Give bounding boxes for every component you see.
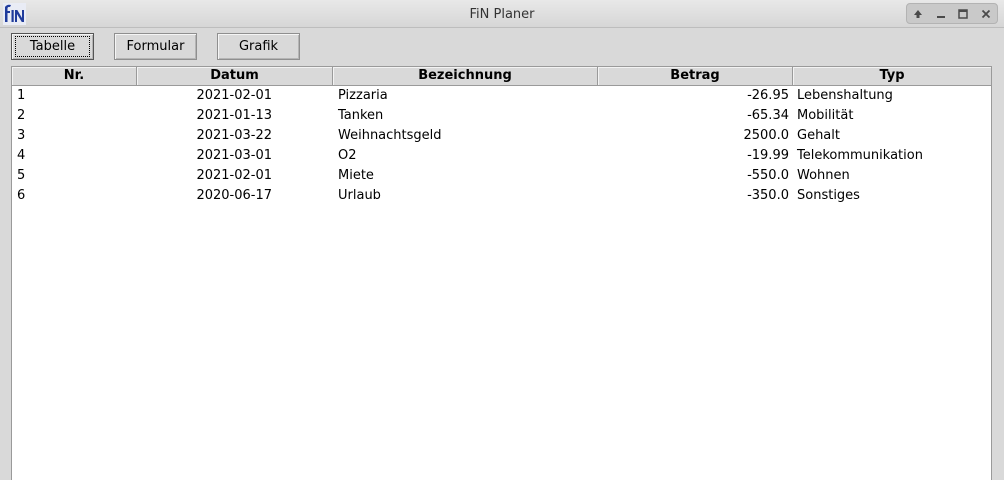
table-row[interactable]: 6 2020-06-17 Urlaub -350.0 Sonstiges [12, 186, 991, 206]
table-row[interactable]: 3 2021-03-22 Weihnachtsgeld 2500.0 Gehal… [12, 126, 991, 146]
table-header: Nr. Datum Bezeichnung Betrag Typ [12, 67, 991, 86]
cell-nr: 2 [17, 108, 26, 123]
cell-betrag: -26.95 [747, 88, 789, 103]
cell-typ: Sonstiges [797, 188, 860, 203]
cell-typ: Mobilität [797, 108, 854, 123]
column-header-datum[interactable]: Datum [137, 67, 333, 86]
cell-typ: Gehalt [797, 128, 840, 143]
cell-typ: Lebenshaltung [797, 88, 893, 103]
cell-betrag: -19.99 [747, 148, 789, 163]
cell-datum: 2020-06-17 [196, 188, 272, 203]
table-row[interactable]: 4 2021-03-01 O2 -19.99 Telekommunikation [12, 146, 991, 166]
cell-bezeichnung: O2 [338, 148, 357, 163]
formular-button-label: Formular [126, 39, 185, 54]
column-header-nr[interactable]: Nr. [12, 67, 137, 86]
cell-datum: 2021-01-13 [196, 108, 272, 123]
column-header-typ[interactable]: Typ [793, 67, 991, 86]
app-window: FiN Planer Tabelle Formular Grafik Nr. D… [0, 0, 1004, 480]
keep-above-icon[interactable] [909, 6, 927, 22]
cell-nr: 5 [17, 168, 26, 183]
cell-bezeichnung: Urlaub [338, 188, 381, 203]
cell-nr: 1 [17, 88, 26, 103]
cell-bezeichnung: Weihnachtsgeld [338, 128, 442, 143]
table-body: 1 2021-02-01 Pizzaria -26.95 Lebenshaltu… [12, 86, 991, 206]
column-header-bezeichnung[interactable]: Bezeichnung [333, 67, 598, 86]
cell-betrag: -350.0 [747, 188, 789, 203]
column-header-betrag[interactable]: Betrag [598, 67, 793, 86]
cell-datum: 2021-02-01 [196, 88, 272, 103]
transactions-table[interactable]: Nr. Datum Bezeichnung Betrag Typ 1 2021-… [11, 66, 992, 480]
tabelle-button-label: Tabelle [14, 36, 91, 57]
cell-betrag: -65.34 [747, 108, 789, 123]
grafik-button[interactable]: Grafik [217, 33, 300, 60]
maximize-icon[interactable] [954, 6, 972, 22]
cell-bezeichnung: Pizzaria [338, 88, 388, 103]
cell-nr: 6 [17, 188, 26, 203]
cell-datum: 2021-03-22 [196, 128, 272, 143]
cell-nr: 4 [17, 148, 26, 163]
formular-button[interactable]: Formular [114, 33, 197, 60]
cell-nr: 3 [17, 128, 26, 143]
grafik-button-label: Grafik [238, 39, 279, 54]
table-row[interactable]: 5 2021-02-01 Miete -550.0 Wohnen [12, 166, 991, 186]
window-controls [906, 3, 998, 24]
window-title: FiN Planer [469, 7, 535, 22]
cell-bezeichnung: Miete [338, 168, 374, 183]
table-row[interactable]: 2 2021-01-13 Tanken -65.34 Mobilität [12, 106, 991, 126]
minimize-icon[interactable] [932, 6, 950, 22]
cell-datum: 2021-02-01 [196, 168, 272, 183]
title-bar[interactable]: FiN Planer [0, 0, 1004, 28]
tabelle-button[interactable]: Tabelle [11, 33, 94, 60]
cell-betrag: 2500.0 [743, 128, 790, 143]
cell-typ: Telekommunikation [797, 148, 923, 163]
cell-betrag: -550.0 [747, 168, 789, 183]
cell-bezeichnung: Tanken [338, 108, 384, 123]
cell-typ: Wohnen [797, 168, 850, 183]
table-row[interactable]: 1 2021-02-01 Pizzaria -26.95 Lebenshaltu… [12, 86, 991, 106]
close-icon[interactable] [977, 6, 995, 22]
cell-datum: 2021-03-01 [196, 148, 272, 163]
